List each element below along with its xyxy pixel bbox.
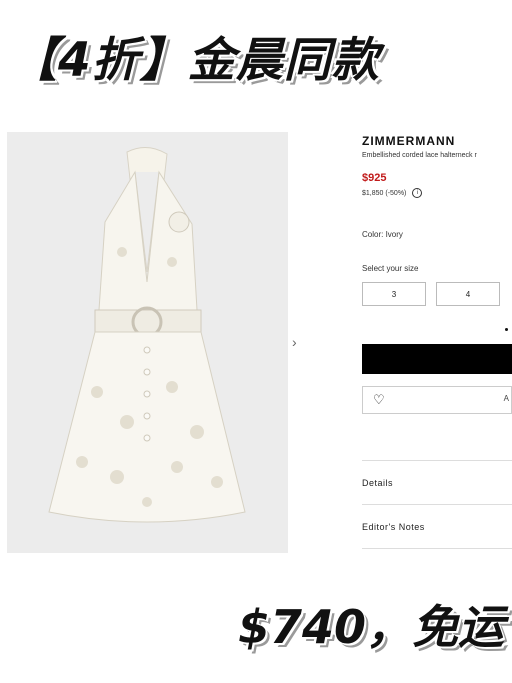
details-section[interactable]: Details [362,478,393,488]
info-icon[interactable]: i [412,188,423,198]
promo-price-footer: $740，免运 [237,600,504,654]
size-option-4[interactable]: 4 [436,282,500,306]
sale-price: $925 [362,172,387,184]
indicator-dot [505,328,508,331]
wishlist-button[interactable]: ♡ A [362,386,512,414]
editors-notes-section[interactable]: Editor's Notes [362,522,425,532]
size-label: Select your size [362,264,419,273]
brand-name[interactable]: ZIMMERMANN [362,134,455,148]
product-description: Embellished corded lace halterneck r [362,152,477,159]
original-price: $1,850 [362,189,384,197]
divider [362,548,512,549]
promo-banner: 【4折】金晨同款 [10,33,380,88]
color-label: Color: Ivory [362,230,403,239]
product-image[interactable] [7,132,288,553]
size-option-3[interactable]: 3 [362,282,426,306]
divider [362,460,512,461]
dress-illustration [48,147,246,523]
next-image-arrow[interactable]: › [292,334,297,350]
original-price-row: $1,850 (-50%) i [362,188,423,198]
heart-icon: ♡ [373,392,385,407]
discount-percent: (-50%) [385,189,407,197]
add-to-bag-button[interactable] [362,344,512,374]
wishlist-label: A [503,394,509,403]
divider [362,504,512,505]
